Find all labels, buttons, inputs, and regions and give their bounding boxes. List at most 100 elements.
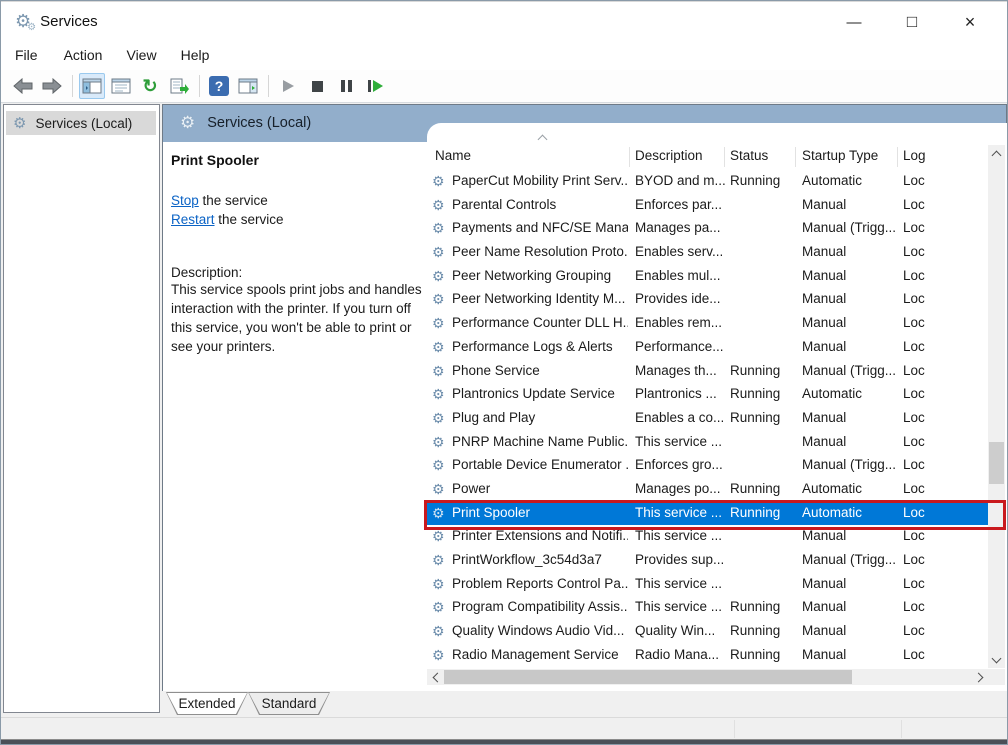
start-service-icon[interactable] [275, 73, 301, 99]
toolbar: ↻ ? [1, 70, 1007, 103]
window-title: Services [40, 13, 98, 30]
service-row[interactable]: ⚙ Phone Service Manages th... Running Ma… [427, 360, 988, 384]
column-header-description[interactable]: Description [635, 148, 703, 163]
selected-service-name: Print Spooler [171, 152, 417, 168]
service-row[interactable]: ⚙ Performance Counter DLL H... Enables r… [427, 312, 988, 336]
service-row[interactable]: ⚙ Portable Device Enumerator ... Enforce… [427, 454, 988, 478]
service-gear-icon: ⚙ [432, 624, 445, 638]
service-gear-icon: ⚙ [432, 411, 445, 425]
service-gear-icon: ⚙ [432, 387, 445, 401]
service-row[interactable]: ⚙ Printer Extensions and Notifi... This … [427, 525, 988, 549]
service-gear-icon: ⚙ [432, 292, 445, 306]
panel-gear-icon: ⚙ [180, 114, 195, 131]
service-row[interactable]: ⚙ Program Compatibility Assis... This se… [427, 596, 988, 620]
service-row[interactable]: ⚙ Payments and NFC/SE Mana... Manages pa… [427, 217, 988, 241]
title-bar: ⚙⚙ Services — □ × [1, 1, 1007, 41]
tree-item-services-local[interactable]: ⚙ Services (Local) [6, 111, 156, 135]
service-gear-icon: ⚙ [432, 174, 445, 188]
service-gear-icon: ⚙ [432, 577, 445, 591]
service-gear-icon: ⚙ [432, 553, 445, 567]
horizontal-scrollbar[interactable] [427, 669, 988, 685]
minimize-button[interactable]: — [825, 2, 883, 42]
tab-extended[interactable]: Extended [166, 692, 248, 715]
tab-standard[interactable]: Standard [248, 692, 330, 715]
view-tabs-bar: Extended Standard [162, 691, 1007, 717]
service-row[interactable]: ⚙ Problem Reports Control Pa... This ser… [427, 573, 988, 597]
service-row[interactable]: ⚙ Power Manages po... Running Automatic … [427, 478, 988, 502]
service-row[interactable]: ⚙ PaperCut Mobility Print Serv... BYOD a… [427, 170, 988, 194]
service-gear-icon: ⚙ [432, 506, 445, 520]
service-gear-icon: ⚙ [432, 600, 445, 614]
service-gear-icon: ⚙ [432, 482, 445, 496]
properties-icon[interactable] [108, 73, 134, 99]
menu-help[interactable]: Help [169, 43, 222, 68]
stop-service-line: Stop the service [171, 191, 417, 210]
sort-ascending-icon [538, 135, 548, 145]
scroll-right-icon[interactable] [971, 669, 988, 686]
menu-view[interactable]: View [114, 43, 168, 68]
export-list-icon[interactable] [166, 73, 192, 99]
show-console-tree-icon[interactable] [79, 73, 105, 99]
scroll-down-icon[interactable] [988, 651, 1005, 668]
status-bar [1, 717, 1007, 739]
service-gear-icon: ⚙ [432, 245, 445, 259]
service-gear-icon: ⚙ [432, 648, 445, 662]
service-gear-icon: ⚙ [432, 269, 445, 283]
refresh-icon[interactable]: ↻ [137, 73, 163, 99]
scrollbar-corner [988, 669, 1005, 685]
column-header-log-on-as[interactable]: Log [903, 148, 926, 163]
list-header: Name Description Status Startup Type Log [427, 145, 988, 170]
service-row[interactable]: ⚙ Peer Name Resolution Proto... Enables … [427, 241, 988, 265]
menu-action[interactable]: Action [52, 43, 115, 68]
service-gear-icon: ⚙ [432, 529, 445, 543]
services-rows: ⚙ PaperCut Mobility Print Serv... BYOD a… [427, 170, 988, 668]
maximize-button[interactable]: □ [883, 2, 941, 42]
services-gear-icon: ⚙ [13, 116, 26, 131]
toolbar-separator [72, 75, 73, 97]
service-gear-icon: ⚙ [432, 221, 445, 235]
close-button[interactable]: × [941, 2, 999, 42]
service-row[interactable]: ⚙ PNRP Machine Name Public... This servi… [427, 431, 988, 455]
service-gear-icon: ⚙ [432, 435, 445, 449]
column-header-startup-type[interactable]: Startup Type [802, 148, 878, 163]
menu-file[interactable]: File [15, 43, 52, 68]
help-icon[interactable]: ? [206, 73, 232, 99]
forward-icon[interactable] [39, 73, 65, 99]
service-row[interactable]: ⚙ Performance Logs & Alerts Performance.… [427, 336, 988, 360]
description-label: Description: [171, 265, 417, 280]
panel-header-title: Services (Local) [207, 115, 311, 131]
service-row[interactable]: ⚙ Print Spooler This service ... Running… [427, 502, 988, 526]
service-gear-icon: ⚙ [432, 340, 445, 354]
back-icon[interactable] [10, 73, 36, 99]
service-row[interactable]: ⚙ Quality Windows Audio Vid... Quality W… [427, 620, 988, 644]
scroll-left-icon[interactable] [427, 669, 444, 686]
column-header-name[interactable]: Name [435, 148, 471, 163]
service-row[interactable]: ⚙ Peer Networking Grouping Enables mul..… [427, 265, 988, 289]
service-row[interactable]: ⚙ Peer Networking Identity M... Provides… [427, 288, 988, 312]
toolbar-separator [199, 75, 200, 97]
service-row[interactable]: ⚙ Plantronics Update Service Plantronics… [427, 383, 988, 407]
show-action-pane-icon[interactable] [235, 73, 261, 99]
services-list: Name Description Status Startup Type Log… [427, 123, 1007, 691]
stop-service-icon[interactable] [304, 73, 330, 99]
stop-service-link[interactable]: Stop [171, 193, 199, 208]
service-row[interactable]: ⚙ PrintWorkflow_3c54d3a7 Provides sup...… [427, 549, 988, 573]
service-row[interactable]: ⚙ Plug and Play Enables a co... Running … [427, 407, 988, 431]
service-gear-icon: ⚙ [432, 458, 445, 472]
pause-service-icon[interactable] [333, 73, 359, 99]
menu-bar: File Action View Help [1, 41, 1007, 70]
column-header-status[interactable]: Status [730, 148, 768, 163]
scroll-up-icon[interactable] [988, 145, 1005, 162]
restart-service-icon[interactable] [362, 73, 388, 99]
toolbar-separator [268, 75, 269, 97]
vertical-scrollbar[interactable] [988, 145, 1005, 668]
horizontal-scroll-thumb[interactable] [444, 670, 852, 684]
service-row[interactable]: ⚙ Parental Controls Enforces par... Manu… [427, 194, 988, 218]
app-gear-icon: ⚙⚙ [15, 12, 31, 30]
restart-service-link[interactable]: Restart [171, 212, 215, 227]
service-gear-icon: ⚙ [432, 316, 445, 330]
window-bottom-edge [1, 739, 1007, 744]
service-row[interactable]: ⚙ Radio Management Service Radio Mana...… [427, 644, 988, 668]
vertical-scroll-thumb[interactable] [989, 442, 1004, 484]
extended-view-pane: Print Spooler Stop the service Restart t… [163, 142, 427, 691]
